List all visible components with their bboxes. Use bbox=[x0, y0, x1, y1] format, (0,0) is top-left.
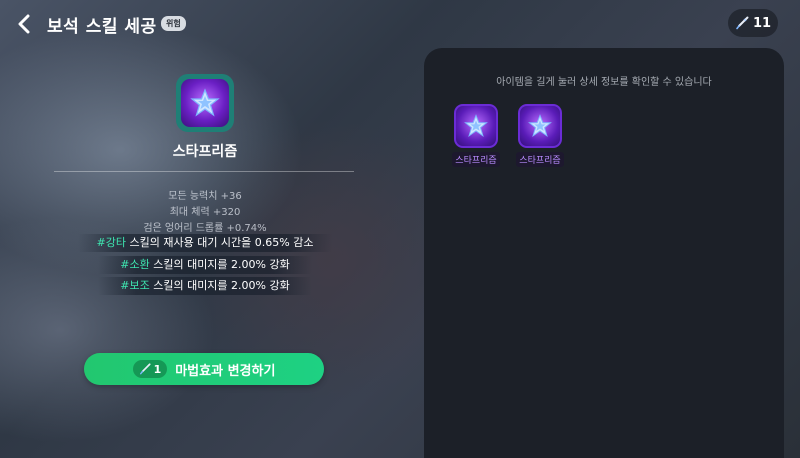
effect-tag: #소환 bbox=[120, 258, 150, 271]
currency-counter: 11 bbox=[728, 9, 778, 37]
inventory-item-label: 스타프리즘 bbox=[516, 152, 564, 167]
effect-tag: #강타 bbox=[96, 236, 126, 249]
quill-icon bbox=[139, 363, 151, 375]
back-arrow-icon bbox=[18, 14, 30, 34]
selected-item-icon bbox=[176, 74, 234, 132]
change-button-label: 마법효과 변경하기 bbox=[175, 363, 276, 379]
quill-icon bbox=[736, 16, 749, 30]
effect-line: #보조 스킬의 대미지를 2.00% 강화 bbox=[98, 277, 312, 295]
currency-count: 11 bbox=[752, 15, 772, 31]
inventory-item-icon bbox=[454, 104, 498, 148]
cost-pill: 1 bbox=[132, 360, 168, 378]
stat-line: 모든 능력치 +36 bbox=[168, 191, 242, 202]
back-button[interactable] bbox=[12, 12, 36, 36]
star-gem-icon bbox=[190, 88, 220, 117]
item-name: 스타프리즘 bbox=[172, 144, 238, 160]
change-magic-effect-button[interactable]: 1 마법효과 변경하기 bbox=[84, 353, 324, 385]
effect-tag: #보조 bbox=[120, 279, 150, 292]
effect-text: 스킬의 재사용 대기 시간을 0.65% 감소 bbox=[125, 236, 314, 249]
inventory-item-icon bbox=[518, 104, 562, 148]
stat-line: 검은 엉어리 드롭률 +0.74% bbox=[143, 223, 267, 234]
page-title: 보석 스킬 세공 bbox=[47, 17, 157, 37]
star-gem-icon bbox=[528, 114, 552, 137]
inventory-item-label: 스타프리즘 bbox=[452, 152, 500, 167]
effect-line: #소환 스킬의 대미지를 2.00% 강화 bbox=[98, 256, 312, 274]
inventory-item[interactable]: 스타프리즘 bbox=[452, 104, 500, 167]
stat-line: 최대 체력 +320 bbox=[169, 207, 241, 218]
star-gem-icon bbox=[464, 114, 488, 137]
effect-text: 스킬의 대미지를 2.00% 강화 bbox=[149, 258, 290, 271]
title-badge: 위험 bbox=[161, 16, 186, 31]
effect-line: #강타 스킬의 재사용 대기 시간을 0.65% 감소 bbox=[78, 234, 332, 252]
effect-text: 스킬의 대미지를 2.00% 강화 bbox=[149, 279, 290, 292]
divider bbox=[54, 171, 354, 172]
inventory-hint: 아이템을 길게 눌러 상세 정보를 확인할 수 있습니다 bbox=[496, 77, 712, 88]
cost-count: 1 bbox=[153, 362, 162, 376]
inventory-item[interactable]: 스타프리즘 bbox=[516, 104, 564, 167]
inventory-panel: 아이템을 길게 눌러 상세 정보를 확인할 수 있습니다 스타프리즘 스타프리즘 bbox=[424, 48, 784, 458]
